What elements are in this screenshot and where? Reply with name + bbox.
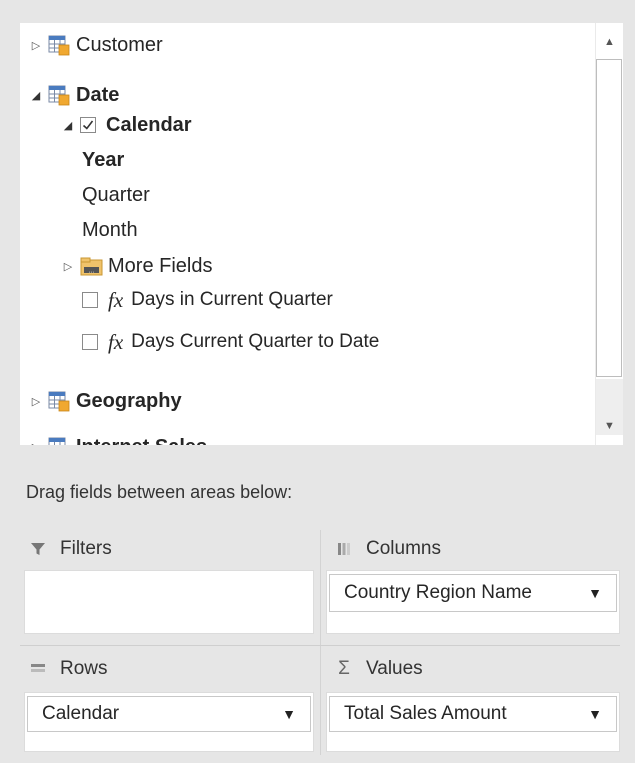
measure-checkbox[interactable]: [82, 292, 98, 308]
rows-area-header: Rows: [28, 658, 108, 680]
measure-row-days-current-quarter-to-date[interactable]: fx Days Current Quarter to Date: [82, 329, 379, 355]
level-item-month[interactable]: Month: [82, 219, 138, 242]
columns-label: Columns: [366, 538, 441, 559]
hierarchy-label-calendar: Calendar: [106, 113, 192, 136]
more-fields-label: More Fields: [108, 254, 213, 277]
values-field-label: Total Sales Amount: [344, 703, 507, 724]
columns-icon: [334, 542, 354, 556]
values-area-header: Σ Values: [334, 658, 423, 680]
hierarchy-row-calendar[interactable]: ◢ Calendar: [62, 113, 192, 137]
calendar-checkbox[interactable]: [80, 117, 96, 133]
values-field-pill[interactable]: Total Sales Amount ▼: [329, 696, 617, 732]
scroll-thumb[interactable]: [596, 59, 622, 377]
rows-field-pill[interactable]: Calendar ▼: [27, 696, 311, 732]
rows-field-label: Calendar: [42, 703, 120, 724]
horizontal-divider: [20, 645, 620, 646]
columns-field-pill[interactable]: Country Region Name ▼: [329, 574, 617, 612]
collapse-arrow-icon[interactable]: ◢: [62, 119, 74, 132]
filters-label: Filters: [60, 538, 112, 559]
rows-icon: [28, 663, 48, 675]
fx-icon: fx: [108, 287, 124, 312]
svg-text:...: ...: [89, 268, 95, 275]
level-item-year[interactable]: Year: [82, 149, 124, 172]
collapse-arrow-icon[interactable]: ◢: [30, 89, 42, 102]
columns-area-header: Columns: [334, 538, 441, 560]
measure-label: Days Current Quarter to Date: [131, 331, 380, 352]
columns-field-label: Country Region Name: [344, 582, 532, 603]
scroll-up-button[interactable]: ▲: [596, 29, 623, 55]
table-label-date: Date: [76, 83, 120, 106]
table-row-customer[interactable]: ▷ Customer: [30, 33, 163, 57]
field-list: ▷ Customer ◢ Date ◢ Calendar Year Quarte…: [20, 23, 595, 445]
values-label: Values: [366, 658, 423, 679]
filters-drop-zone[interactable]: [24, 570, 314, 634]
fx-icon: fx: [108, 329, 124, 354]
dropdown-arrow-icon[interactable]: ▼: [282, 706, 296, 722]
table-icon: [48, 84, 70, 106]
more-fields-row[interactable]: ▷ ... More Fields: [62, 253, 213, 279]
table-label-geography: Geography: [76, 389, 182, 412]
field-list-scrollbar[interactable]: ▲ ▼: [595, 23, 623, 445]
arrow-down-icon: ▼: [604, 420, 615, 432]
scroll-down-button[interactable]: ▼: [596, 413, 623, 439]
table-row-internet-sales[interactable]: ▷ Internet Sales: [30, 435, 207, 445]
table-icon: [48, 436, 70, 445]
table-row-date[interactable]: ◢ Date: [30, 83, 119, 107]
dropdown-arrow-icon[interactable]: ▼: [588, 585, 602, 601]
checkmark-icon: [82, 120, 94, 130]
measure-row-days-in-current-quarter[interactable]: fx Days in Current Quarter: [82, 287, 333, 313]
expand-arrow-icon[interactable]: ▷: [62, 260, 74, 273]
pivot-field-list-panel: ▷ Customer ◢ Date ◢ Calendar Year Quarte…: [0, 0, 635, 763]
measure-checkbox[interactable]: [82, 334, 98, 350]
table-row-geography[interactable]: ▷ Geography: [30, 389, 182, 413]
measure-label: Days in Current Quarter: [131, 289, 333, 310]
filters-area-header: Filters: [28, 538, 112, 560]
table-icon: [48, 34, 70, 56]
folder-icon: ...: [80, 257, 103, 276]
table-icon: [48, 390, 70, 412]
rows-label: Rows: [60, 658, 108, 679]
expand-arrow-icon[interactable]: ▷: [30, 395, 42, 408]
drag-hint-text: Drag fields between areas below:: [26, 482, 293, 502]
arrow-up-icon: ▲: [604, 36, 615, 48]
filter-icon: [28, 541, 48, 557]
expand-arrow-icon[interactable]: ▷: [30, 441, 42, 446]
expand-arrow-icon[interactable]: ▷: [30, 39, 42, 52]
level-item-quarter[interactable]: Quarter: [82, 184, 150, 207]
vertical-divider: [320, 530, 321, 755]
table-label-customer: Customer: [76, 33, 163, 56]
table-label-internet-sales: Internet Sales: [76, 436, 207, 446]
dropdown-arrow-icon[interactable]: ▼: [588, 706, 602, 722]
sigma-icon: Σ: [338, 658, 350, 679]
